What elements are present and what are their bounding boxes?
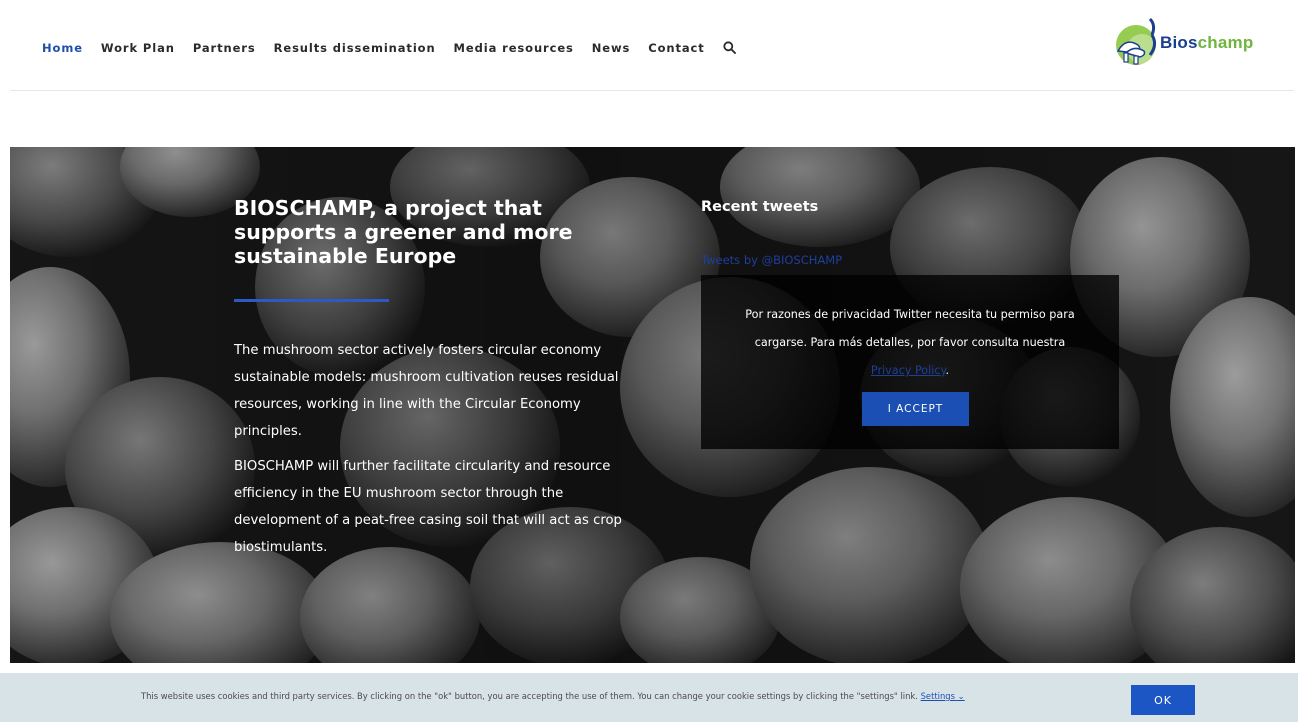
cookie-settings-link[interactable]: Settings ⌄: [921, 691, 965, 701]
nav-item-partners[interactable]: Partners: [193, 41, 256, 55]
accept-button[interactable]: I ACCEPT: [862, 392, 969, 426]
twitter-consent-message: Por razones de privacidad Twitter necesi…: [745, 308, 1075, 377]
title-underline: [234, 299, 389, 302]
site-logo[interactable]: Bioschamp: [1112, 10, 1262, 76]
hero-section: BIOSCHAMP, a project that supports a gre…: [10, 147, 1295, 663]
nav-item-media-resources[interactable]: Media resources: [454, 41, 574, 55]
hero-paragraph: BIOSCHAMP will further facilitate circul…: [234, 459, 622, 555]
nav-item-news[interactable]: News: [592, 41, 631, 55]
cookie-ok-button[interactable]: OK: [1131, 685, 1195, 715]
header-divider: [10, 90, 1294, 91]
mushroom-logo-icon: [1112, 15, 1158, 71]
recent-tweets-heading: Recent tweets: [701, 199, 819, 215]
nav-item-home[interactable]: Home: [42, 41, 83, 55]
chevron-down-icon: ⌄: [957, 691, 965, 701]
cookie-banner: This website uses cookies and third part…: [0, 673, 1298, 722]
cookie-text: This website uses cookies and third part…: [141, 691, 918, 701]
twitter-consent-box: Por razones de privacidad Twitter necesi…: [701, 275, 1119, 449]
hero-description: The mushroom sector actively fosters cir…: [234, 337, 634, 569]
hero-title: BIOSCHAMP, a project that supports a gre…: [234, 196, 573, 268]
consent-text-line2: cargarse. Para más detalles, por favor c…: [754, 336, 1066, 349]
consent-text-line1: Por razones de privacidad Twitter necesi…: [745, 308, 1075, 321]
nav-item-work-plan[interactable]: Work Plan: [101, 41, 175, 55]
tweets-by-link[interactable]: Tweets by @BIOSCHAMP: [701, 253, 842, 267]
logo-text-champ: champ: [1197, 33, 1254, 52]
search-icon[interactable]: [723, 41, 737, 55]
site-header: Home Work Plan Partners Results dissemin…: [0, 0, 1298, 92]
logo-text-bios: Bios: [1160, 33, 1198, 52]
logo-text: Bioschamp: [1160, 33, 1253, 53]
cookie-settings-label: Settings: [920, 691, 955, 701]
nav-item-contact[interactable]: Contact: [648, 41, 704, 55]
hero-paragraph: The mushroom sector actively fosters cir…: [234, 343, 619, 439]
privacy-policy-link[interactable]: Privacy Policy: [871, 364, 946, 377]
main-nav: Home Work Plan Partners Results dissemin…: [42, 41, 737, 55]
nav-item-results-dissemination[interactable]: Results dissemination: [274, 41, 436, 55]
cookie-message: This website uses cookies and third part…: [141, 691, 965, 701]
